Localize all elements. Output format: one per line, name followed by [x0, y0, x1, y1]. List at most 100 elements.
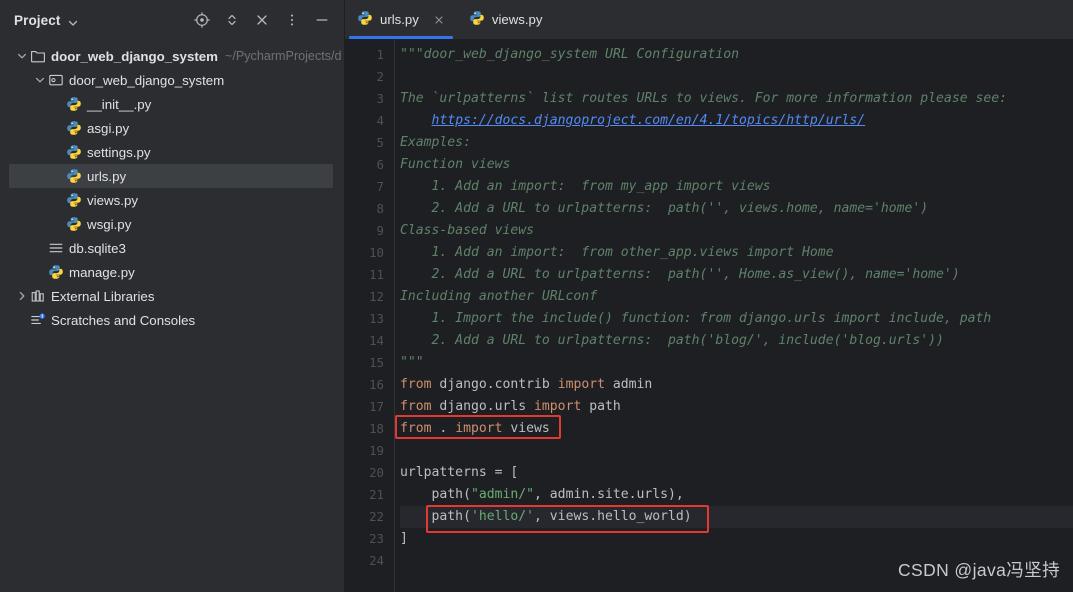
chevron-down-icon[interactable]: [67, 16, 78, 26]
code-token: path(: [400, 487, 471, 502]
code-line[interactable]: [400, 440, 1073, 462]
editor-area: urls.py views.py 1 2 3 4 5 6 7 8 9 10 11 12 13 14 15 16 1…: [345, 0, 1073, 592]
tree-item-scratches-and-consoles[interactable]: Scratches and Consoles: [0, 308, 344, 332]
code-token: import: [534, 399, 582, 414]
code-token: django.contrib: [431, 377, 558, 392]
code-line[interactable]: 2. Add a URL to urlpatterns: path('', vi…: [400, 198, 1073, 220]
tree-item-views-py[interactable]: views.py: [0, 188, 344, 212]
code-token: """door_web_django_system URL Configurat…: [400, 47, 739, 62]
line-number: 6: [376, 157, 384, 172]
code-line[interactable]: """door_web_django_system URL Configurat…: [400, 44, 1073, 66]
tree-item-urls-py[interactable]: urls.py: [9, 164, 333, 188]
pycharm-window: Project door_web_django_system ~/Pycharm…: [0, 0, 1073, 592]
line-number: 3: [376, 91, 384, 106]
twisty-down-icon[interactable]: [33, 73, 47, 87]
code-line[interactable]: Examples:: [400, 132, 1073, 154]
line-number-gutter: 1 2 3 4 5 6 7 8 9 10 11 12 13 14 15 16 17 18 19 20 21 22 23 24: [345, 39, 394, 592]
code-line[interactable]: 1. Add an import: from my_app import vie…: [400, 176, 1073, 198]
code-token: path(: [400, 509, 471, 524]
twisty-placeholder: [51, 145, 65, 159]
tree-item--init-py[interactable]: __init__.py: [0, 92, 344, 116]
code-line[interactable]: path('hello/', views.hello_world): [400, 506, 1073, 528]
code-line[interactable]: 2. Add a URL to urlpatterns: path('blog/…: [400, 330, 1073, 352]
code-line[interactable]: 1. Import the include() function: from d…: [400, 308, 1073, 330]
line-number: 5: [376, 135, 384, 150]
line-number: 14: [369, 333, 384, 348]
code-view: 1 2 3 4 5 6 7 8 9 10 11 12 13 14 15 16 17 18 19 20 21 22 23 24 …: [345, 39, 1073, 592]
editor-tab-views-py[interactable]: views.py: [457, 0, 554, 39]
tree-item-door-web-django-system[interactable]: door_web_django_system: [0, 68, 344, 92]
code-line[interactable]: Function views: [400, 154, 1073, 176]
line-number: 9: [376, 223, 384, 238]
code-token: ]: [400, 531, 408, 546]
locate-icon[interactable]: [194, 12, 210, 28]
code-token: admin: [605, 377, 653, 392]
code-token: from: [400, 399, 432, 414]
editor-tab-label: views.py: [491, 12, 543, 27]
code-token: import: [455, 421, 503, 436]
code-token: "admin/": [470, 487, 535, 502]
line-number: 11: [369, 267, 384, 282]
tree-item-db-sqlite3[interactable]: db.sqlite3: [0, 236, 344, 260]
code-token: """: [400, 355, 424, 370]
source-code[interactable]: """door_web_django_system URL Configurat…: [395, 39, 1073, 592]
code-line[interactable]: path("admin/", admin.site.urls),: [400, 484, 1073, 506]
tree-item-external-libraries[interactable]: External Libraries: [0, 284, 344, 308]
scratches-icon: [29, 312, 46, 329]
close-icon[interactable]: [432, 13, 446, 27]
database-icon: [47, 240, 64, 257]
more-options-icon[interactable]: [284, 12, 300, 28]
code-line[interactable]: urlpatterns = [: [400, 462, 1073, 484]
code-line[interactable]: 2. Add a URL to urlpatterns: path('', Ho…: [400, 264, 1073, 286]
line-number: 16: [369, 377, 384, 392]
code-token: Function views: [400, 157, 511, 172]
code-token: https://docs.djangoproject.com/en/4.1/to…: [431, 113, 866, 128]
code-token: urlpatterns = [: [400, 465, 519, 480]
panel-title: Project: [14, 12, 61, 28]
code-line[interactable]: 1. Add an import: from other_app.views i…: [400, 242, 1073, 264]
project-panel-header: Project: [0, 0, 344, 40]
project-panel: Project door_web_django_system ~/Pycharm…: [0, 0, 345, 592]
tree-item-door-web-django-system[interactable]: door_web_django_system ~/PycharmProjects/…: [0, 44, 344, 68]
code-token: Examples:: [400, 135, 471, 150]
hide-panel-icon[interactable]: [314, 12, 330, 28]
module-icon: [47, 72, 64, 89]
code-line[interactable]: The `urlpatterns` list routes URLs to vi…: [400, 88, 1073, 110]
code-line[interactable]: [400, 66, 1073, 88]
line-number: 23: [369, 531, 384, 546]
editor-tab-bar[interactable]: urls.py views.py: [345, 0, 1073, 39]
code-line[interactable]: Class-based views: [400, 220, 1073, 242]
tree-item-settings-py[interactable]: settings.py: [0, 140, 344, 164]
editor-tab-urls-py[interactable]: urls.py: [345, 0, 457, 39]
code-token: , admin.site.urls),: [534, 487, 684, 502]
code-line[interactable]: from django.urls import path: [400, 396, 1073, 418]
code-line[interactable]: from . import views: [400, 418, 1073, 440]
expand-all-icon[interactable]: [224, 12, 240, 28]
tree-item-asgi-py[interactable]: asgi.py: [0, 116, 344, 140]
code-token: import: [557, 377, 605, 392]
tree-item-label: door_web_django_system: [51, 48, 218, 64]
twisty-down-icon[interactable]: [15, 49, 29, 63]
python-icon: [65, 96, 82, 113]
tree-item-label: manage.py: [69, 264, 135, 280]
twisty-right-icon[interactable]: [15, 289, 29, 303]
code-line[interactable]: https://docs.djangoproject.com/en/4.1/to…: [400, 110, 1073, 132]
twisty-placeholder: [33, 241, 47, 255]
line-number: 22: [369, 509, 384, 524]
line-number: 21: [369, 487, 384, 502]
code-line[interactable]: """: [400, 352, 1073, 374]
twisty-placeholder: [15, 313, 29, 327]
code-token: 1. Add an import: from other_app.views i…: [400, 245, 834, 260]
twisty-placeholder: [51, 169, 65, 183]
collapse-all-icon[interactable]: [254, 12, 270, 28]
tree-item-wsgi-py[interactable]: wsgi.py: [0, 212, 344, 236]
code-line[interactable]: Including another URLconf: [400, 286, 1073, 308]
code-line[interactable]: ]: [400, 528, 1073, 550]
tree-item-label: views.py: [87, 192, 138, 208]
twisty-placeholder: [51, 193, 65, 207]
tree-item-manage-py[interactable]: manage.py: [0, 260, 344, 284]
line-number: 1: [376, 47, 384, 62]
tree-item-label: External Libraries: [51, 288, 155, 304]
project-tree[interactable]: door_web_django_system ~/PycharmProjects/…: [0, 40, 344, 332]
code-line[interactable]: from django.contrib import admin: [400, 374, 1073, 396]
